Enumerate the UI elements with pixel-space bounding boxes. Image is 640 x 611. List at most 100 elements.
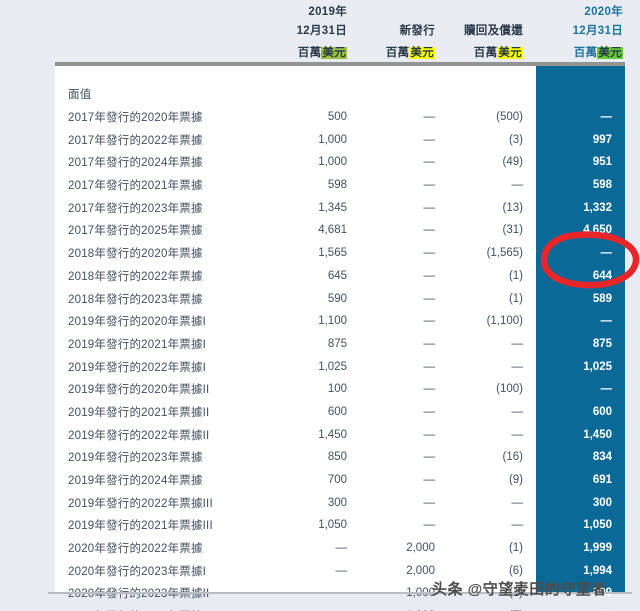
row-value-c4: 1,025 [583,360,612,373]
row-value-c2: — [423,337,436,350]
table-row: 2019年發行的2021年票據III 1,050 — — 1,050 [55,514,625,537]
header-col3-unit: 百萬美元 [447,44,535,60]
row-value-c3: — [511,428,524,441]
row-value-c4: 951 [592,156,612,169]
table-row: 2019年發行的2024年票據 700 — (9) 691 [55,469,625,492]
table-row: 2017年發行的2021年票據 598 — — 598 [55,174,625,197]
header-col2-unit-currency: 美元 [409,47,435,59]
row-value-c2: — [423,133,436,146]
row-value-c1: — [335,542,348,555]
row-value-c2: — [423,111,436,124]
table-row: 2019年發行的2022年票據III 300 — — 300 [55,491,625,514]
row-value-c3: — [511,496,524,509]
row-value-c1: 1,100 [318,315,347,328]
row-value-c3: — [511,519,524,532]
row-value-c3: (13) [502,201,523,214]
header-row-unit: 百萬美元 百萬美元 百萬美元 百萬美元 [0,40,640,60]
table-rows-container: 2017年發行的2020年票據 500 — (500) — 2017年發行的2022年票據… [55,106,625,611]
row-value-c3: (1,565) [486,247,523,260]
row-value-c2: — [423,292,436,305]
header-row-year: 2019年 2020年 [0,2,640,19]
row-value-c2: — [423,315,436,328]
row-value-c1: 1,565 [318,247,347,260]
table-row: 2019年發行的2022年票據II 1,450 — — 1,450 [55,423,625,446]
header-col4-unit-currency: 美元 [597,47,623,59]
row-value-c1: 1,025 [318,360,347,373]
row-label: 2018年發行的2020年票據 [68,248,203,261]
row-value-c3: (100) [496,383,523,396]
header-col3-date: 贖回及償還 [464,25,523,37]
row-value-c4: — [600,247,613,260]
row-value-c3: (9) [508,474,523,487]
table-row: 2019年發行的2021年票據II 600 — — 600 [55,401,625,424]
row-value-c3: — [511,179,524,192]
row-value-c4: 1,994 [583,564,612,577]
row-value-c4: 1,450 [583,428,612,441]
table-row: 2019年發行的2020年票據II 100 — (100) — [55,378,625,401]
row-label: 2019年發行的2022年票據II [68,429,210,442]
row-value-c1: 4,681 [318,224,347,237]
row-label: 2017年發行的2022年票據 [68,134,203,147]
header-col1-unit-currency: 美元 [321,47,347,59]
header-col4-date: 12月31日 [572,25,623,37]
row-label: 2019年發行的2022年票據I [68,361,207,374]
row-label: 2018年發行的2023年票據 [68,293,203,306]
row-value-c2: — [423,156,436,169]
header-col2-date: 新發行 [399,25,435,37]
row-value-c2: — [423,179,436,192]
row-label: 2020年發行的2022年票據 [68,543,203,556]
row-value-c2: — [423,496,436,509]
row-value-c4: 997 [592,133,612,146]
table-row: 2017年發行的2024年票據 1,000 — (49) 951 [55,151,625,174]
row-value-c1: 300 [327,496,347,509]
row-value-c1: 600 [327,405,347,418]
header-col4-year: 2020年 [584,6,623,18]
row-label: 2017年發行的2021年票據 [68,180,203,193]
row-value-c1: 1,000 [318,133,347,146]
row-label: 2019年發行的2022年票據III [68,497,213,510]
table-row: 2019年發行的2020年票據I 1,100 — (1,100) — [55,310,625,333]
row-value-c4: 1,050 [583,519,612,532]
row-label: 2019年發行的2021年票據I [68,338,207,351]
row-value-c4: 4,650 [583,224,612,237]
row-value-c2: — [423,360,436,373]
row-value-c4: 1,332 [583,201,612,214]
table-row: 2017年發行的2025年票據 4,681 — (31) 4,650 [55,219,625,242]
row-label: 2017年發行的2023年票據 [68,202,203,215]
row-value-c4: 589 [592,292,612,305]
row-value-c4: — [600,315,613,328]
row-value-c1: 875 [327,337,347,350]
row-label: 2019年發行的2021年票據II [68,406,210,419]
row-value-c3: (1) [508,269,523,282]
row-value-c4: 644 [592,269,612,282]
row-value-c1: 850 [327,451,347,464]
row-value-c4: — [600,111,613,124]
row-value-c2: — [423,383,436,396]
row-value-c2: — [423,519,436,532]
row-value-c3: (500) [496,111,523,124]
row-label: 2019年發行的2020年票據II [68,384,210,397]
header-col2-unit-prefix: 百萬 [385,47,410,59]
row-value-c2: 2,000 [406,542,435,555]
row-value-c2: — [423,474,436,487]
row-value-c3: (1) [508,292,523,305]
row-value-c1: 1,450 [318,428,347,441]
row-value-c3: — [511,337,524,350]
row-value-c1: 1,345 [318,201,347,214]
row-value-c1: 590 [327,292,347,305]
row-value-c1: 500 [327,111,347,124]
row-value-c1: 645 [327,269,347,282]
row-value-c2: — [423,405,436,418]
row-value-c3: (49) [502,156,523,169]
header-col4-unit: 百萬美元 [535,44,640,60]
row-value-c2: 2,000 [406,564,435,577]
header-col1-date: 12月31日 [296,25,347,37]
header-col1-year: 2019年 [308,6,347,18]
row-value-c1: 598 [327,179,347,192]
row-value-c4: — [600,383,613,396]
row-value-c2: — [423,247,436,260]
header-col2-unit: 百萬美元 [359,44,447,60]
row-value-c2: — [423,451,436,464]
row-value-c4: 834 [592,451,612,464]
row-value-c4: 1,999 [583,542,612,555]
